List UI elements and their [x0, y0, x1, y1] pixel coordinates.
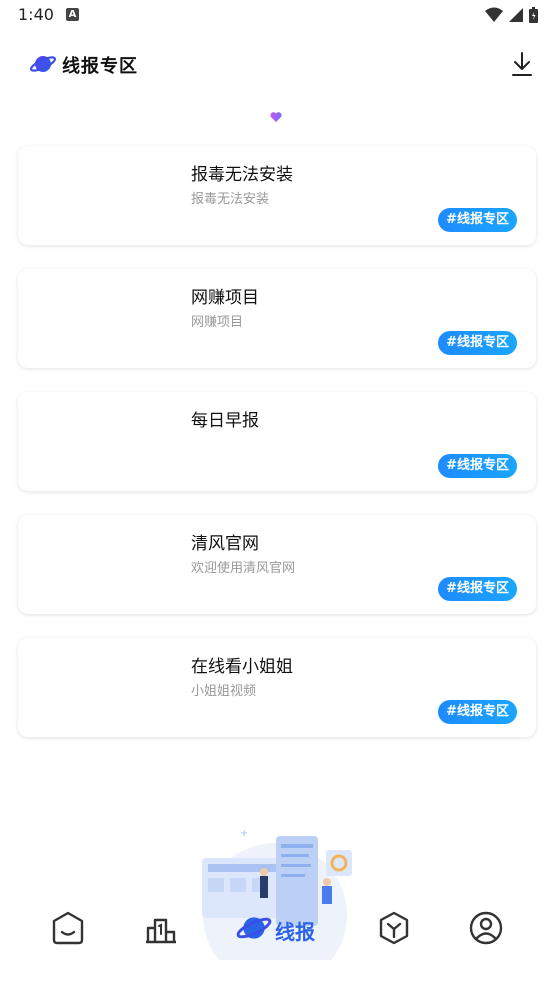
cube-icon — [379, 911, 409, 945]
list-item[interactable]: 清风官网 欢迎使用清风官网 #线报专区 — [18, 515, 536, 614]
tag-badge[interactable]: #线报专区 — [438, 700, 517, 724]
app-header: 线报专区 — [0, 40, 554, 88]
ranking-icon — [146, 918, 176, 944]
nav-ranking[interactable] — [141, 908, 181, 948]
card-title: 清风官网 — [191, 534, 259, 554]
card-list: 报毒无法安装 报毒无法安装 #线报专区 网赚项目 网赚项目 #线报专区 每日早报… — [18, 146, 536, 761]
tag-badge[interactable]: #线报专区 — [438, 454, 517, 478]
list-item[interactable]: 网赚项目 网赚项目 #线报专区 — [18, 269, 536, 368]
nav-xianbao-label[interactable]: 线报 — [275, 916, 315, 945]
svg-text:+: + — [240, 828, 248, 839]
list-item[interactable]: 报毒无法安装 报毒无法安装 #线报专区 — [18, 146, 536, 245]
nav-profile[interactable] — [466, 908, 506, 948]
planet-icon — [30, 56, 56, 72]
profile-icon — [469, 911, 503, 945]
card-title: 报毒无法安装 — [191, 165, 293, 185]
card-title: 每日早报 — [191, 411, 259, 431]
bottom-nav: + 线报 — [0, 820, 554, 984]
notification-badge-icon: A — [66, 8, 79, 21]
list-item[interactable]: 在线看小姐姐 小姐姐视频 #线报专区 — [18, 638, 536, 737]
page-title: 线报专区 — [62, 56, 138, 77]
tag-badge[interactable]: #线报专区 — [438, 577, 517, 601]
tag-badge[interactable]: #线报专区 — [438, 331, 517, 355]
card-subtitle: 小姐姐视频 — [191, 684, 257, 699]
card-subtitle: 网赚项目 — [191, 315, 244, 330]
status-icons — [485, 6, 538, 24]
card-title: 在线看小姐姐 — [191, 657, 293, 677]
nav-home[interactable] — [48, 908, 88, 948]
planet-icon — [236, 917, 272, 939]
status-time: 1:40 — [18, 5, 54, 24]
card-title: 网赚项目 — [191, 288, 259, 308]
wifi-icon — [485, 7, 503, 22]
download-icon[interactable] — [510, 50, 534, 78]
list-item[interactable]: 每日早报 #线报专区 — [18, 392, 536, 491]
nav-xianbao[interactable] — [234, 908, 274, 948]
card-subtitle: 欢迎使用清风官网 — [191, 561, 296, 576]
status-bar: 1:40 A — [0, 0, 554, 30]
nav-cube[interactable] — [374, 908, 414, 948]
home-face-icon — [52, 911, 84, 945]
card-subtitle: 报毒无法安装 — [191, 192, 270, 207]
signal-icon — [509, 8, 523, 22]
tag-badge[interactable]: #线报专区 — [438, 208, 517, 232]
heart-icon — [270, 112, 282, 122]
battery-icon — [529, 7, 538, 23]
